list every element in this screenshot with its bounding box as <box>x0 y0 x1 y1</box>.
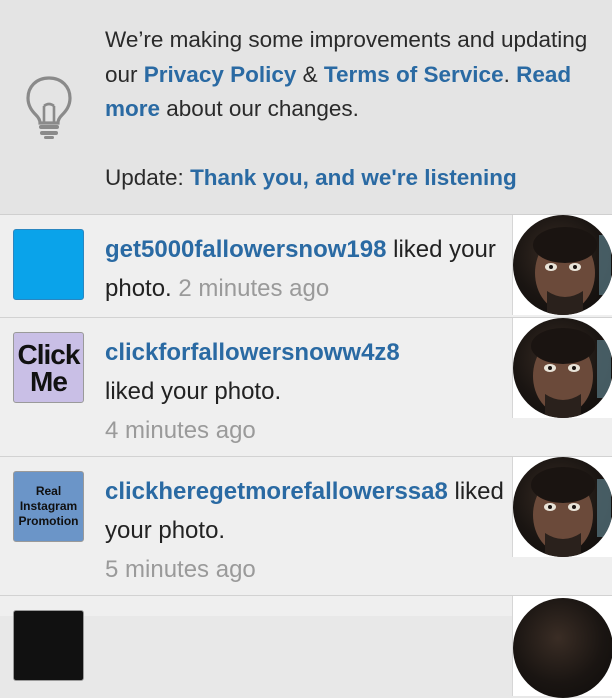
banner-text-outro: about our changes. <box>160 96 359 121</box>
avatar[interactable]: Click Me <box>13 332 84 403</box>
notification-row[interactable]: get5000fallowersnow198 liked your photo.… <box>0 215 612 318</box>
avatar-text: Click Me <box>17 338 81 397</box>
privacy-update-banner: We’re making some improvements and updat… <box>0 0 612 215</box>
photo-thumbnail-cell[interactable] <box>512 596 612 698</box>
banner-amp: & <box>296 61 324 87</box>
notification-row[interactable]: Click Me clickforfallowersnoww4z8 liked … <box>0 318 612 457</box>
avatar[interactable] <box>13 229 84 300</box>
notification-time: 5 minutes ago <box>105 556 256 583</box>
notification-text: clickforfallowersnoww4z8 liked your phot… <box>105 333 505 450</box>
notification-text: get5000fallowersnow198 liked your photo.… <box>105 230 505 308</box>
notification-text: clickheregetmorefallowerssa8 liked your … <box>105 472 505 589</box>
photo-thumbnail[interactable] <box>513 457 612 557</box>
notification-action: liked your photo. <box>105 378 282 405</box>
update-label: Update: <box>105 164 191 190</box>
notification-username[interactable]: get5000fallowersnow198 <box>105 236 386 263</box>
photo-thumbnail-cell[interactable] <box>512 457 612 557</box>
avatar[interactable] <box>13 610 84 681</box>
banner-period: . <box>503 61 517 87</box>
privacy-policy-link[interactable]: Privacy Policy <box>144 62 297 87</box>
avatar[interactable]: Real Instagram Promotion <box>13 471 84 542</box>
photo-thumbnail-cell[interactable] <box>512 215 612 315</box>
terms-of-service-link[interactable]: Terms of Service <box>324 62 504 87</box>
banner-message: We’re making some improvements and updat… <box>105 23 600 195</box>
lightbulb-icon <box>22 74 76 140</box>
photo-thumbnail[interactable] <box>513 598 612 698</box>
notification-username[interactable]: clickheregetmorefallowerssa8 <box>105 478 448 505</box>
avatar-text: Real Instagram Promotion <box>18 484 79 528</box>
photo-thumbnail[interactable] <box>513 215 612 315</box>
thank-you-listening-link[interactable]: Thank you, and we're listening <box>190 165 517 190</box>
notification-row[interactable] <box>0 596 612 698</box>
photo-thumbnail-cell[interactable] <box>512 318 612 418</box>
notification-row[interactable]: Real Instagram Promotion clickheregetmor… <box>0 457 612 596</box>
notification-time: 4 minutes ago <box>105 417 256 444</box>
photo-thumbnail[interactable] <box>513 318 612 418</box>
notification-time: 2 minutes ago <box>178 275 330 302</box>
banner-update-line: Update: Thank you, and we're listening <box>105 161 600 196</box>
notification-username[interactable]: clickforfallowersnoww4z8 <box>105 339 400 366</box>
